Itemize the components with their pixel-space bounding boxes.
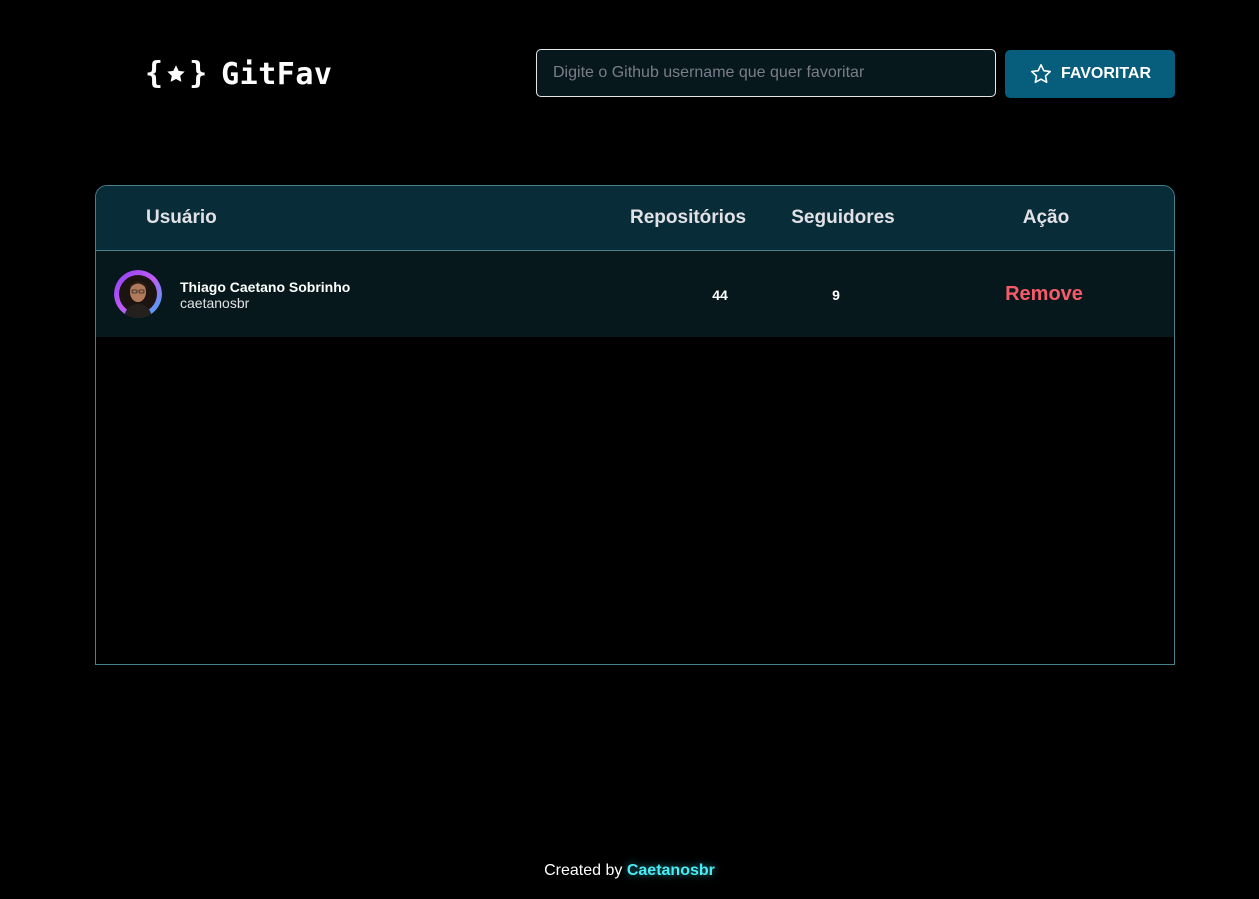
avatar xyxy=(114,270,162,318)
logo: { } GitFav xyxy=(145,56,333,92)
favorite-button[interactable]: FAVORITAR xyxy=(1005,50,1175,98)
remove-button[interactable]: Remove xyxy=(986,281,1102,307)
star-icon xyxy=(167,65,185,82)
avatar-image xyxy=(114,270,162,318)
logo-mark: { } xyxy=(145,59,207,89)
user-login: caetanosbr xyxy=(180,295,250,311)
table-row: Thiago Caetano Sobrinho caetanosbr 44 9 … xyxy=(96,251,1174,337)
star-outline-icon xyxy=(1030,64,1051,84)
repositories-count: 44 xyxy=(712,287,728,303)
footer-author-link[interactable]: Caetanosbr xyxy=(627,862,715,879)
user-name: Thiago Caetano Sobrinho xyxy=(180,279,351,295)
footer-prefix: Created by xyxy=(544,862,623,879)
column-header-followers: Seguidores xyxy=(791,207,895,228)
favorite-button-label: FAVORITAR xyxy=(1060,65,1152,82)
column-header-action: Ação xyxy=(1022,207,1070,228)
logo-text: GitFav xyxy=(221,56,333,92)
search-input[interactable] xyxy=(536,49,996,97)
column-header-repositories: Repositórios xyxy=(630,207,747,228)
footer: Created by Caetanosbr xyxy=(0,862,1259,880)
right-brace-icon: } xyxy=(189,56,208,91)
left-brace-icon: { xyxy=(145,56,164,91)
column-header-user: Usuário xyxy=(146,207,217,228)
followers-count: 9 xyxy=(832,287,840,303)
table-header: Usuário Repositórios Seguidores Ação xyxy=(96,186,1174,251)
gitfav-page: { } GitFav FAVORITAR Usuário Repositório… xyxy=(0,0,1259,899)
favorites-table: Usuário Repositórios Seguidores Ação Thi… xyxy=(95,185,1175,665)
